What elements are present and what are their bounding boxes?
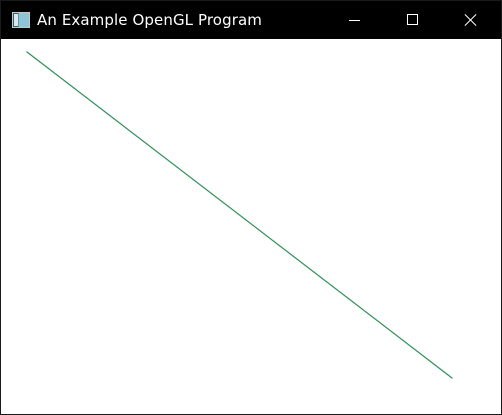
maximize-button[interactable] bbox=[389, 1, 435, 39]
maximize-icon bbox=[407, 14, 418, 25]
opengl-canvas bbox=[1, 39, 501, 414]
opengl-canvas-area[interactable] bbox=[1, 39, 501, 414]
window-title: An Example OpenGL Program bbox=[37, 11, 262, 29]
minimize-icon bbox=[349, 20, 360, 21]
app-window-icon bbox=[12, 12, 30, 28]
close-button[interactable] bbox=[448, 1, 494, 39]
minimize-button[interactable] bbox=[331, 1, 377, 39]
close-icon bbox=[465, 14, 477, 26]
window-title-bar[interactable]: An Example OpenGL Program bbox=[1, 1, 501, 39]
opengl-window: An Example OpenGL Program bbox=[0, 0, 502, 415]
